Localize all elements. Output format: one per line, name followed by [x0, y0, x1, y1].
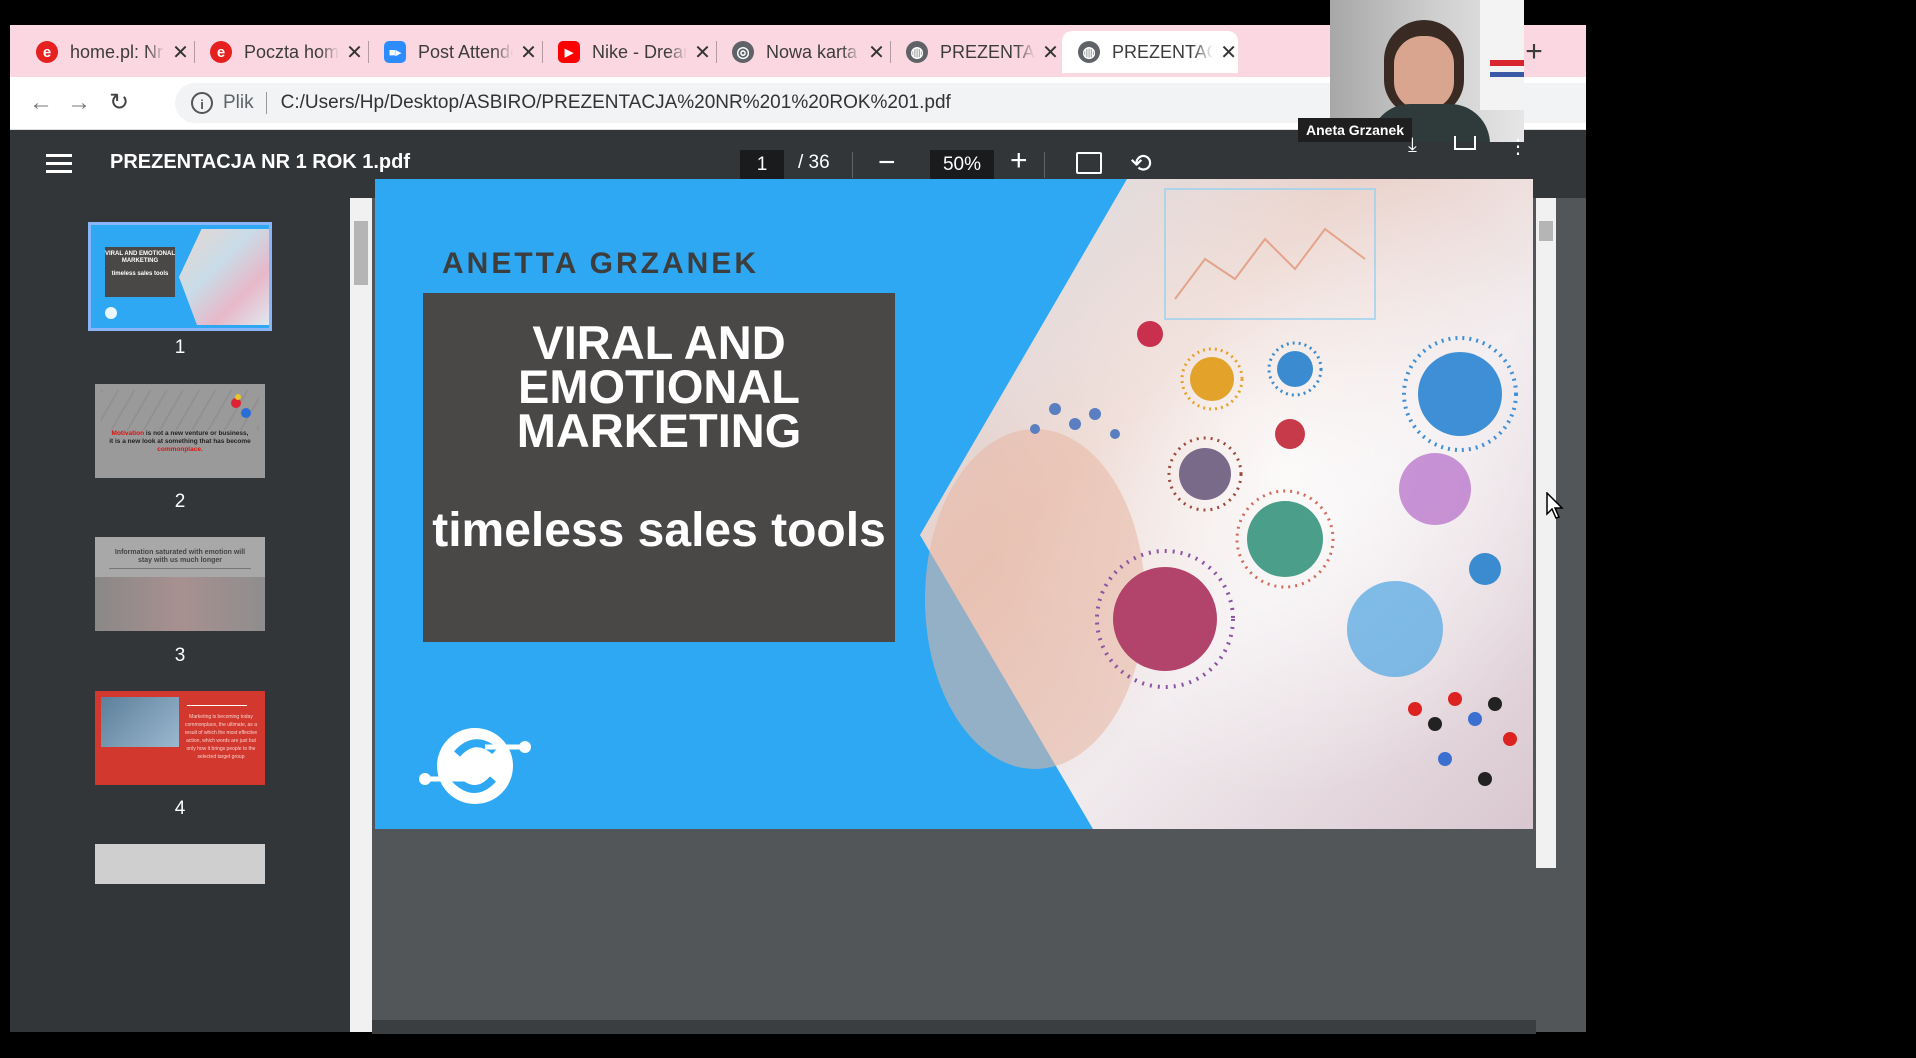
tab-title: Nike - Dream C: [592, 41, 687, 62]
print-icon[interactable]: [1454, 136, 1476, 150]
globe-icon: ◍: [906, 41, 928, 63]
close-tab-icon[interactable]: ✕: [345, 40, 364, 65]
page-total: / 36: [798, 152, 830, 173]
tab-post-attendee[interactable]: ■▸ Post Attendee ✕: [368, 31, 538, 73]
thumbnail-sidebar: VIRAL AND EMOTIONAL MARKETING timeless s…: [10, 198, 350, 1032]
page-number-input[interactable]: 1: [740, 150, 784, 180]
download-icon[interactable]: ⤓: [1408, 134, 1417, 157]
thumbnail-page-1[interactable]: VIRAL AND EMOTIONAL MARKETING timeless s…: [88, 222, 272, 331]
sidebar-scroll-thumb[interactable]: [354, 221, 368, 285]
tab-title: home.pl: Nr 1 w: [70, 41, 165, 62]
tab-title: PREZENTACJA: [940, 41, 1035, 62]
reload-icon[interactable]: ↻: [102, 87, 136, 121]
home-e-icon: e: [210, 41, 232, 63]
close-tab-icon[interactable]: ✕: [693, 40, 712, 65]
slide-title: VIRAL AND EMOTIONAL MARKETING: [516, 316, 802, 457]
chrome-icon: ◎: [732, 41, 754, 63]
thumbnail-text: Marketing is becoming today commonplace,…: [184, 714, 258, 760]
viewport-scroll-thumb[interactable]: [1539, 221, 1553, 241]
viewport-scrollbar[interactable]: [1536, 198, 1556, 868]
pdf-page-1: ANETTA GRZANEK VIRAL AND EMOTIONAL MARKE…: [375, 179, 1533, 829]
zoom-level-input[interactable]: 50%: [930, 150, 994, 180]
home-e-icon: e: [36, 41, 58, 63]
tab-home-pl[interactable]: e home.pl: Nr 1 w ✕: [20, 31, 190, 73]
thumbnail-page-5[interactable]: [95, 844, 265, 884]
zoom-video-icon: ■▸: [384, 41, 406, 63]
tab-title: Nowa karta: [766, 41, 858, 62]
rotate-icon[interactable]: ⟲: [1130, 148, 1152, 179]
tab-nowa-karta[interactable]: ◎ Nowa karta ✕: [716, 31, 886, 73]
sidebar-scrollbar[interactable]: [350, 198, 372, 1032]
thumbnail-text: it is a new look at something that has b…: [109, 438, 251, 445]
zoom-out-icon[interactable]: −: [878, 146, 896, 180]
close-tab-icon[interactable]: ✕: [1219, 40, 1238, 65]
thumbnail-number: 2: [174, 491, 186, 512]
thumbnail-page-2[interactable]: Motivation is not a new venture or busin…: [95, 384, 265, 478]
file-scheme-label: Plik: [223, 92, 254, 113]
info-icon[interactable]: i: [191, 92, 213, 114]
company-logo-icon: [419, 728, 531, 804]
thumbnail-title: VIRAL AND EMOTIONAL MARKETING: [105, 251, 175, 264]
thumbnail-text: Information saturated with emotion will …: [109, 549, 251, 569]
menu-icon[interactable]: [46, 154, 72, 174]
thumbnail-subtitle: timeless sales tools: [111, 271, 169, 277]
globe-icon: ◍: [1078, 41, 1100, 63]
close-tab-icon[interactable]: ✕: [1041, 40, 1060, 65]
tab-title: PREZENTACJA: [1112, 41, 1214, 62]
close-tab-icon[interactable]: ✕: [171, 40, 190, 65]
forward-arrow-icon[interactable]: →: [62, 87, 96, 121]
tab-nike[interactable]: ▶ Nike - Dream C ✕: [542, 31, 712, 73]
slide-title-box: VIRAL AND EMOTIONAL MARKETING timeless s…: [423, 293, 895, 642]
more-options-icon[interactable]: ⋮: [1508, 134, 1528, 159]
thumbnail-number: 1: [174, 337, 186, 358]
tab-title: Post Attendee: [418, 41, 513, 62]
tab-poczta[interactable]: e Poczta home.pl ✕: [194, 31, 364, 73]
youtube-icon: ▶: [558, 41, 580, 63]
thumbnail-text-red: commonplace.: [157, 446, 203, 453]
thumbnail-text: is not a new venture or business,: [144, 430, 249, 437]
back-arrow-icon[interactable]: ←: [24, 87, 58, 121]
tab-title: Poczta home.pl: [244, 41, 339, 62]
document-title: PREZENTACJA NR 1 ROK 1.pdf: [110, 151, 411, 173]
zoom-in-icon[interactable]: +: [1010, 144, 1028, 178]
slide-author: ANETTA GRZANEK: [442, 247, 759, 280]
fit-to-page-icon[interactable]: [1076, 152, 1102, 174]
thumbnail-number: 4: [174, 798, 186, 819]
mouse-cursor-icon: [1546, 492, 1564, 519]
url-text[interactable]: C:/Users/Hp/Desktop/ASBIRO/PREZENTACJA%2…: [281, 92, 951, 114]
slide-subtitle: timeless sales tools: [432, 504, 886, 557]
close-tab-icon[interactable]: ✕: [519, 40, 538, 65]
tab-prezentacja-1[interactable]: ◍ PREZENTACJA ✕: [890, 31, 1060, 73]
page-gap: [372, 1020, 1536, 1034]
thumbnail-text-red: Motivation: [111, 430, 145, 437]
close-tab-icon[interactable]: ✕: [867, 40, 886, 65]
thumbnail-number: 3: [174, 645, 186, 666]
participant-name-label: Aneta Grzanek: [1298, 118, 1413, 142]
tab-prezentacja-active[interactable]: ◍ PREZENTACJA ✕: [1062, 31, 1238, 73]
thumbnail-page-3[interactable]: Information saturated with emotion will …: [95, 537, 265, 631]
thumbnail-page-4[interactable]: Marketing is becoming today commonplace,…: [95, 691, 265, 785]
